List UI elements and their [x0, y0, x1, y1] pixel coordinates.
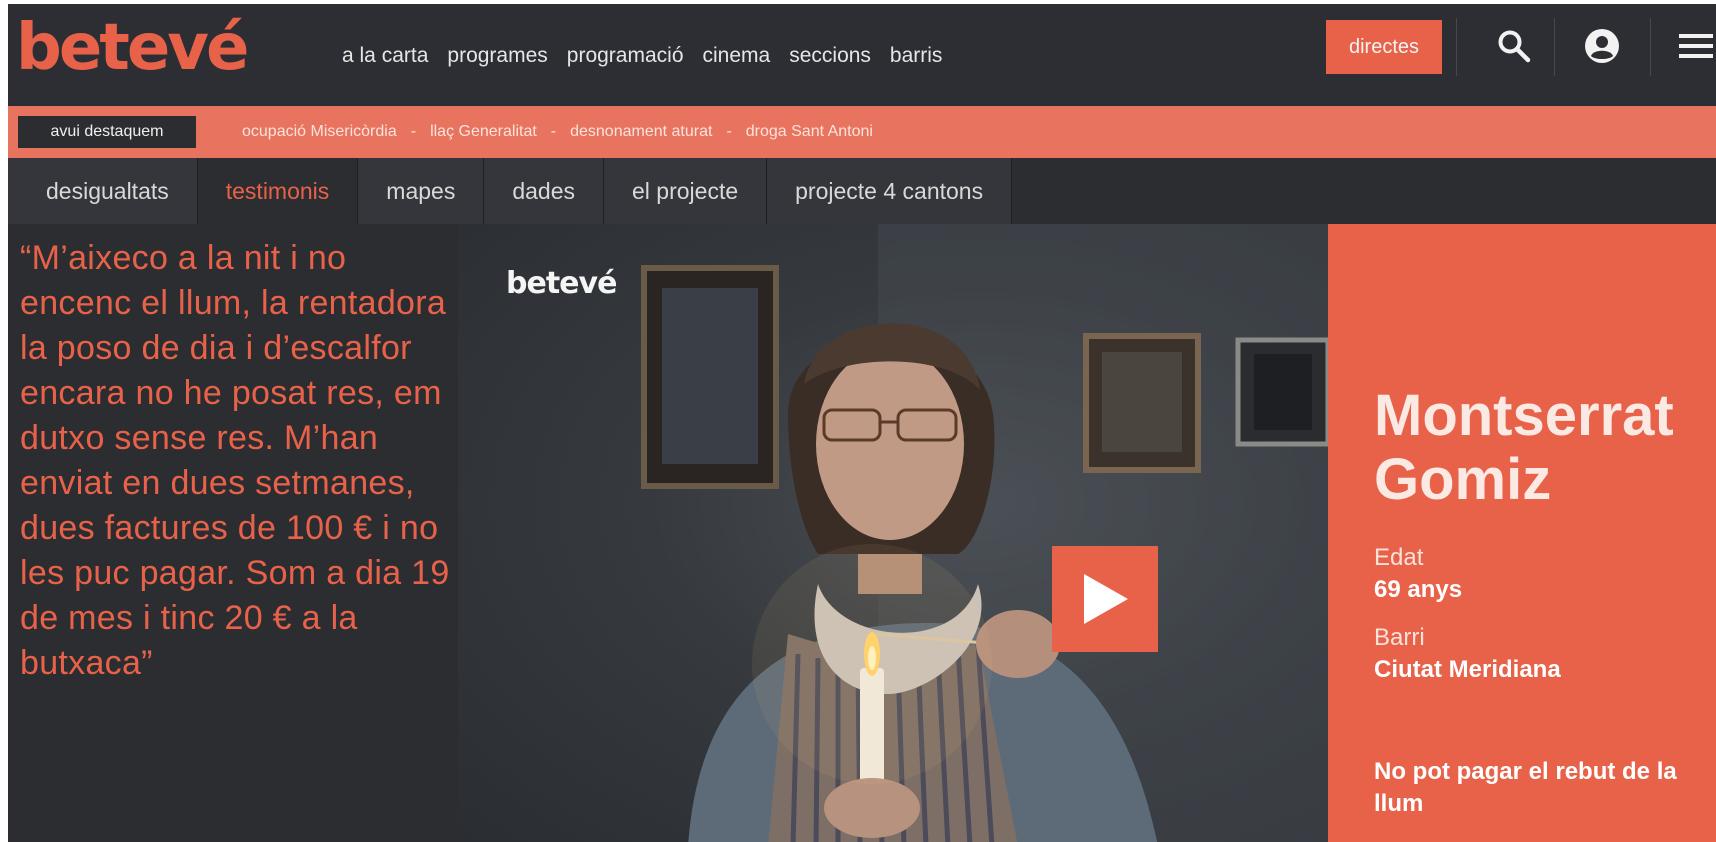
person-name: Montserrat Gomiz	[1374, 383, 1674, 512]
play-icon	[1084, 574, 1128, 624]
nav-programacio[interactable]: programació	[567, 38, 684, 74]
highlight-separator: -	[726, 123, 732, 140]
header-divider	[1456, 18, 1457, 76]
highlight-separator: -	[410, 123, 417, 140]
search-icon[interactable]	[1490, 22, 1538, 70]
age-value: 69 anys	[1374, 576, 1463, 603]
header-divider	[1650, 18, 1651, 76]
nav-programes[interactable]: programes	[447, 38, 547, 74]
nav-a-la-carta[interactable]: a la carta	[342, 38, 428, 74]
header-divider	[1554, 18, 1555, 76]
site-header: betevé a la carta programes programació …	[8, 4, 1716, 106]
user-account-icon[interactable]	[1578, 22, 1626, 70]
tab-desigualtats[interactable]: desigualtats	[8, 158, 198, 224]
highlight-link[interactable]: llaç Generalitat	[430, 123, 537, 141]
section-tabs: desigualtats testimonis mapes dades el p…	[8, 158, 1716, 224]
age-label: Edat	[1374, 544, 1424, 571]
main-nav: a la carta programes programació cinema …	[342, 38, 961, 74]
video-channel-logo: betevé	[506, 266, 617, 301]
tab-testimonis[interactable]: testimonis	[197, 158, 359, 224]
testimony-quote: “M’aixeco a la nit i no encenc el llum, …	[20, 239, 450, 682]
highlights-label: avui destaquem	[18, 116, 196, 148]
hamburger-menu-icon[interactable]	[1672, 22, 1716, 70]
tab-projecte-4-cantons[interactable]: projecte 4 cantons	[767, 158, 1013, 224]
tab-el-projecte[interactable]: el projecte	[604, 158, 768, 224]
video-scene-illustration	[641, 224, 1328, 842]
nav-cinema[interactable]: cinema	[703, 38, 771, 74]
directes-button[interactable]: directes	[1326, 20, 1442, 74]
highlight-link[interactable]: droga Sant Antoni	[746, 123, 873, 141]
nav-barris[interactable]: barris	[890, 38, 943, 74]
tab-dades[interactable]: dades	[484, 158, 605, 224]
highlights-bar: avui destaquem ocupació Misericòrdia - l…	[8, 106, 1716, 158]
play-button[interactable]	[1052, 546, 1158, 652]
site-logo[interactable]: betevé	[16, 8, 249, 88]
highlight-link[interactable]: desnonament aturat	[570, 123, 712, 141]
tab-mapes[interactable]: mapes	[358, 158, 485, 224]
highlights-links: ocupació Misericòrdia - llaç Generalitat…	[242, 106, 873, 158]
person-info-panel: Montserrat Gomiz Edat 69 anys Barri Ciut…	[1328, 224, 1716, 842]
quote-panel: “M’aixeco a la nit i no encenc el llum, …	[8, 224, 458, 842]
highlight-link[interactable]: ocupació Misericòrdia	[242, 123, 397, 141]
page: betevé a la carta programes programació …	[8, 4, 1716, 842]
situation-note: No pot pagar el rebut de la llum	[1374, 758, 1677, 817]
district-value: Ciutat Meridiana	[1374, 656, 1561, 683]
nav-seccions[interactable]: seccions	[789, 38, 871, 74]
highlight-separator: -	[550, 123, 557, 140]
video-thumbnail[interactable]: betevé	[458, 224, 1328, 842]
district-label: Barri	[1374, 624, 1425, 651]
